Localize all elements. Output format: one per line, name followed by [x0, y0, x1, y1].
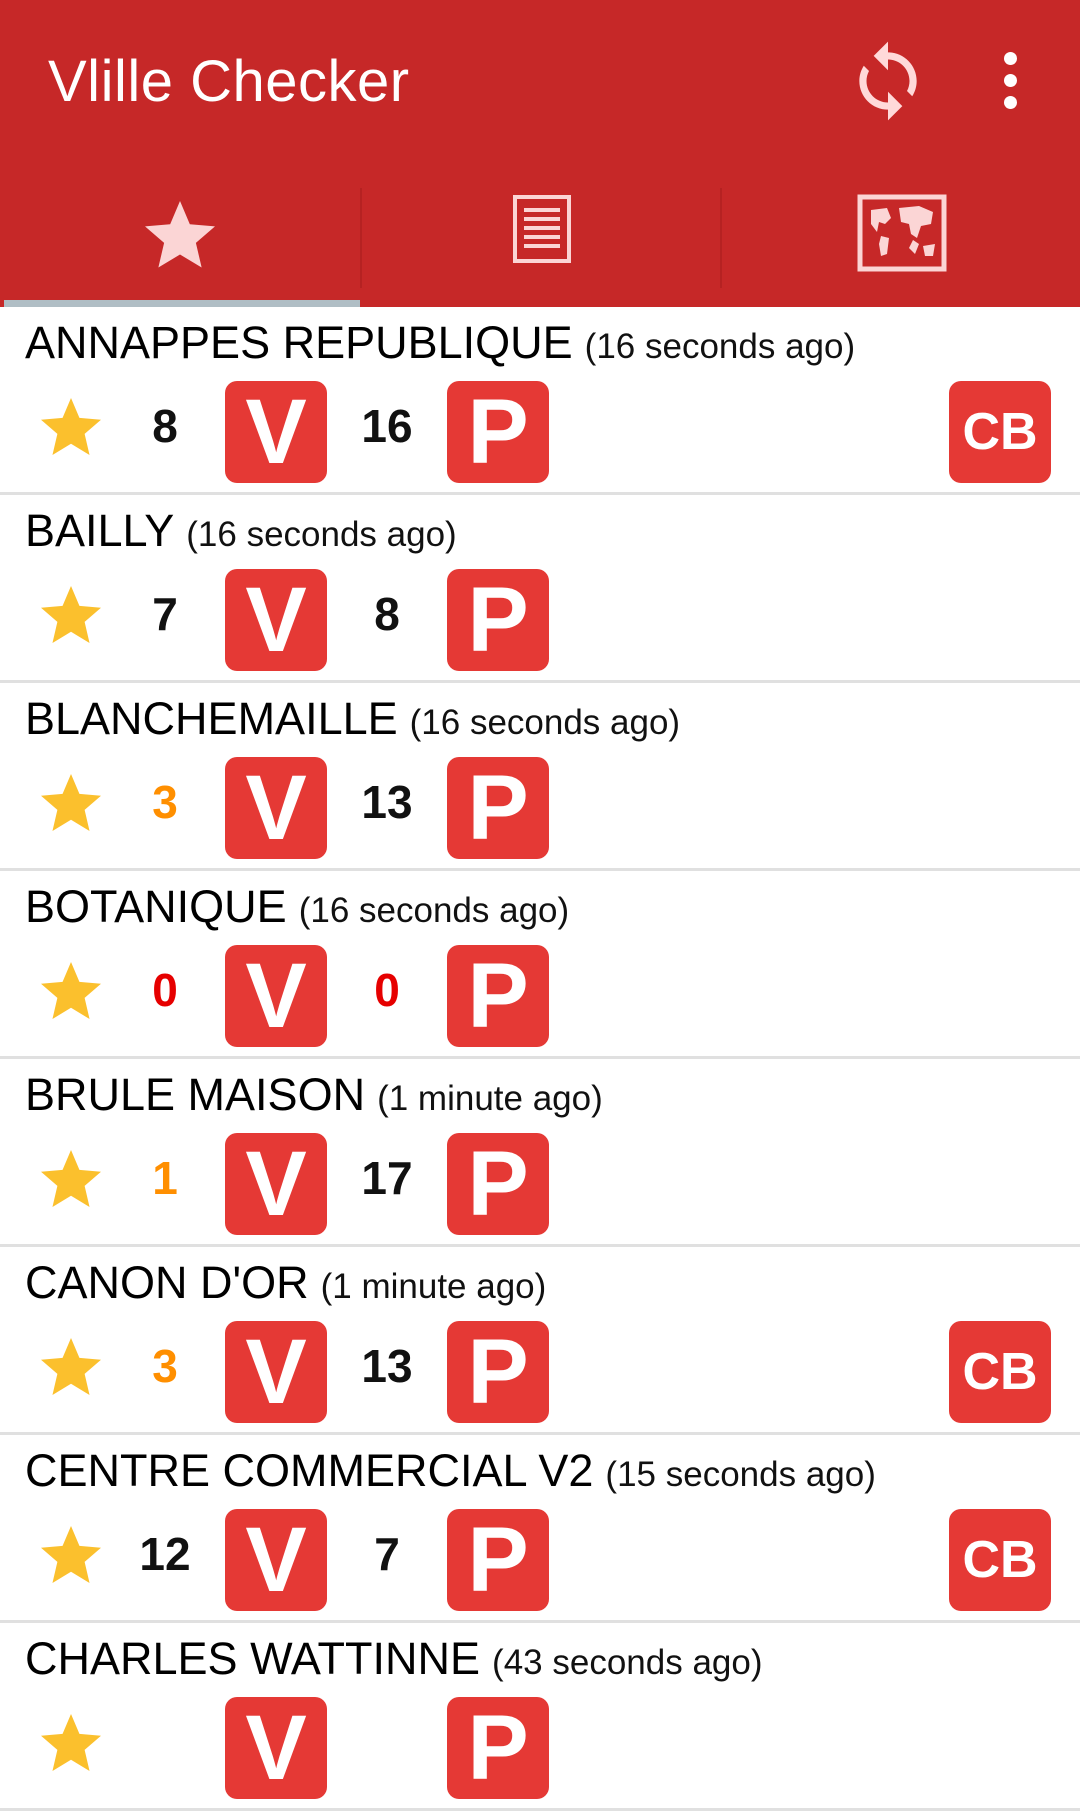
station-title: BLANCHEMAILLE (16 seconds ago): [25, 693, 680, 745]
parking-badge: P: [447, 381, 549, 483]
parking-badge: P: [447, 757, 549, 859]
station-updated: (16 seconds ago): [186, 515, 457, 554]
favorite-star-icon[interactable]: [33, 956, 109, 1028]
favorite-star-icon[interactable]: [33, 1332, 109, 1404]
bikes-count: 1: [152, 1152, 178, 1204]
credit-card-badge: CB: [949, 1321, 1051, 1423]
credit-card-badge: CB: [949, 381, 1051, 483]
tab-favorites[interactable]: [0, 170, 360, 307]
favorite-star-icon[interactable]: [33, 1708, 109, 1780]
map-icon: [857, 194, 947, 272]
station-name: CANON D'OR: [25, 1257, 309, 1308]
app-title: Vlille Checker: [48, 49, 410, 114]
places-count: 17: [361, 1152, 413, 1204]
refresh-icon: [859, 41, 917, 121]
station-title: CENTRE COMMERCIAL V2 (15 seconds ago): [25, 1445, 876, 1497]
station-title: CANON D'OR (1 minute ago): [25, 1257, 546, 1309]
station-name: CENTRE COMMERCIAL V2: [25, 1445, 594, 1496]
bikes-count: 12: [139, 1528, 191, 1580]
tab-indicator: [4, 300, 360, 307]
parking-badge: P: [447, 1133, 549, 1235]
bikes-badge: V: [225, 381, 327, 483]
station-row[interactable]: CANON D'OR (1 minute ago) 3 V 13 P CB: [0, 1247, 1080, 1435]
credit-card-badge: CB: [949, 1509, 1051, 1611]
bikes-badge: V: [225, 1321, 327, 1423]
station-row[interactable]: BAILLY (16 seconds ago) 7 V 8 P: [0, 495, 1080, 683]
station-row[interactable]: ANNAPPES REPUBLIQUE (16 seconds ago) 8 V …: [0, 307, 1080, 495]
places-count: 13: [361, 1340, 413, 1392]
parking-badge: P: [447, 569, 549, 671]
bikes-badge: V: [225, 1697, 327, 1799]
bikes-count: 8: [152, 400, 178, 452]
bikes-count: 7: [152, 588, 178, 640]
station-updated: (15 seconds ago): [605, 1455, 876, 1494]
favorite-star-icon[interactable]: [33, 1520, 109, 1592]
list-icon: [513, 195, 571, 263]
bikes-badge: V: [225, 569, 327, 671]
bikes-count: 0: [152, 964, 178, 1016]
favorite-star-icon[interactable]: [33, 768, 109, 840]
menu-dot: [1004, 96, 1017, 109]
station-updated: (16 seconds ago): [298, 891, 570, 930]
station-row[interactable]: BOTANIQUE (16 seconds ago) 0 V 0 P: [0, 871, 1080, 1059]
station-updated: (43 seconds ago): [492, 1643, 763, 1682]
menu-dot: [1004, 74, 1017, 87]
bikes-badge: V: [225, 1133, 327, 1235]
parking-badge: P: [447, 1509, 549, 1611]
station-name: BAILLY: [25, 505, 175, 556]
overflow-menu-button[interactable]: [990, 46, 1030, 116]
places-count: 0: [374, 964, 400, 1016]
station-row[interactable]: BLANCHEMAILLE (16 seconds ago) 3 V 13 P: [0, 683, 1080, 871]
favorite-star-icon[interactable]: [33, 1144, 109, 1216]
station-name: CHARLES WATTINNE: [25, 1633, 481, 1684]
parking-badge: P: [447, 1697, 549, 1799]
tab-bar: [0, 170, 1080, 307]
station-row[interactable]: CENTRE COMMERCIAL V2 (15 seconds ago) 12 …: [0, 1435, 1080, 1623]
bikes-badge: V: [225, 945, 327, 1047]
favorite-star-icon[interactable]: [33, 392, 109, 464]
bikes-count: 3: [152, 1340, 178, 1392]
station-name: BRULE MAISON: [25, 1069, 366, 1120]
station-name: BLANCHEMAILLE: [25, 693, 398, 744]
station-updated: (1 minute ago): [320, 1267, 547, 1306]
station-name: BOTANIQUE: [25, 881, 287, 932]
tab-map[interactable]: [722, 170, 1080, 307]
bikes-badge: V: [225, 757, 327, 859]
parking-badge: P: [447, 945, 549, 1047]
station-title: BOTANIQUE (16 seconds ago): [25, 881, 569, 933]
station-title: CHARLES WATTINNE (43 seconds ago): [25, 1633, 763, 1685]
station-title: BAILLY (16 seconds ago): [25, 505, 457, 557]
station-row[interactable]: BRULE MAISON (1 minute ago) 1 V 17 P: [0, 1059, 1080, 1247]
places-count: 13: [361, 776, 413, 828]
station-title: BRULE MAISON (1 minute ago): [25, 1069, 603, 1121]
places-count: 8: [374, 588, 400, 640]
places-count: 7: [374, 1528, 400, 1580]
station-name: ANNAPPES REPUBLIQUE: [25, 317, 573, 368]
favorite-star-icon[interactable]: [33, 580, 109, 652]
station-updated: (16 seconds ago): [584, 327, 856, 366]
station-title: ANNAPPES REPUBLIQUE (16 seconds ago): [25, 317, 855, 369]
places-count: 16: [361, 400, 413, 452]
station-updated: (1 minute ago): [377, 1079, 603, 1118]
app-bar: Vlille Checker: [0, 0, 1080, 307]
station-row[interactable]: CHARLES WATTINNE (43 seconds ago) V P: [0, 1623, 1080, 1811]
more-vert-icon: [1004, 52, 1017, 65]
tab-list[interactable]: [362, 170, 722, 307]
station-updated: (16 seconds ago): [409, 703, 681, 742]
refresh-button[interactable]: [845, 38, 931, 124]
bikes-count: 3: [152, 776, 178, 828]
bikes-badge: V: [225, 1509, 327, 1611]
parking-badge: P: [447, 1321, 549, 1423]
star-icon: [145, 201, 215, 268]
